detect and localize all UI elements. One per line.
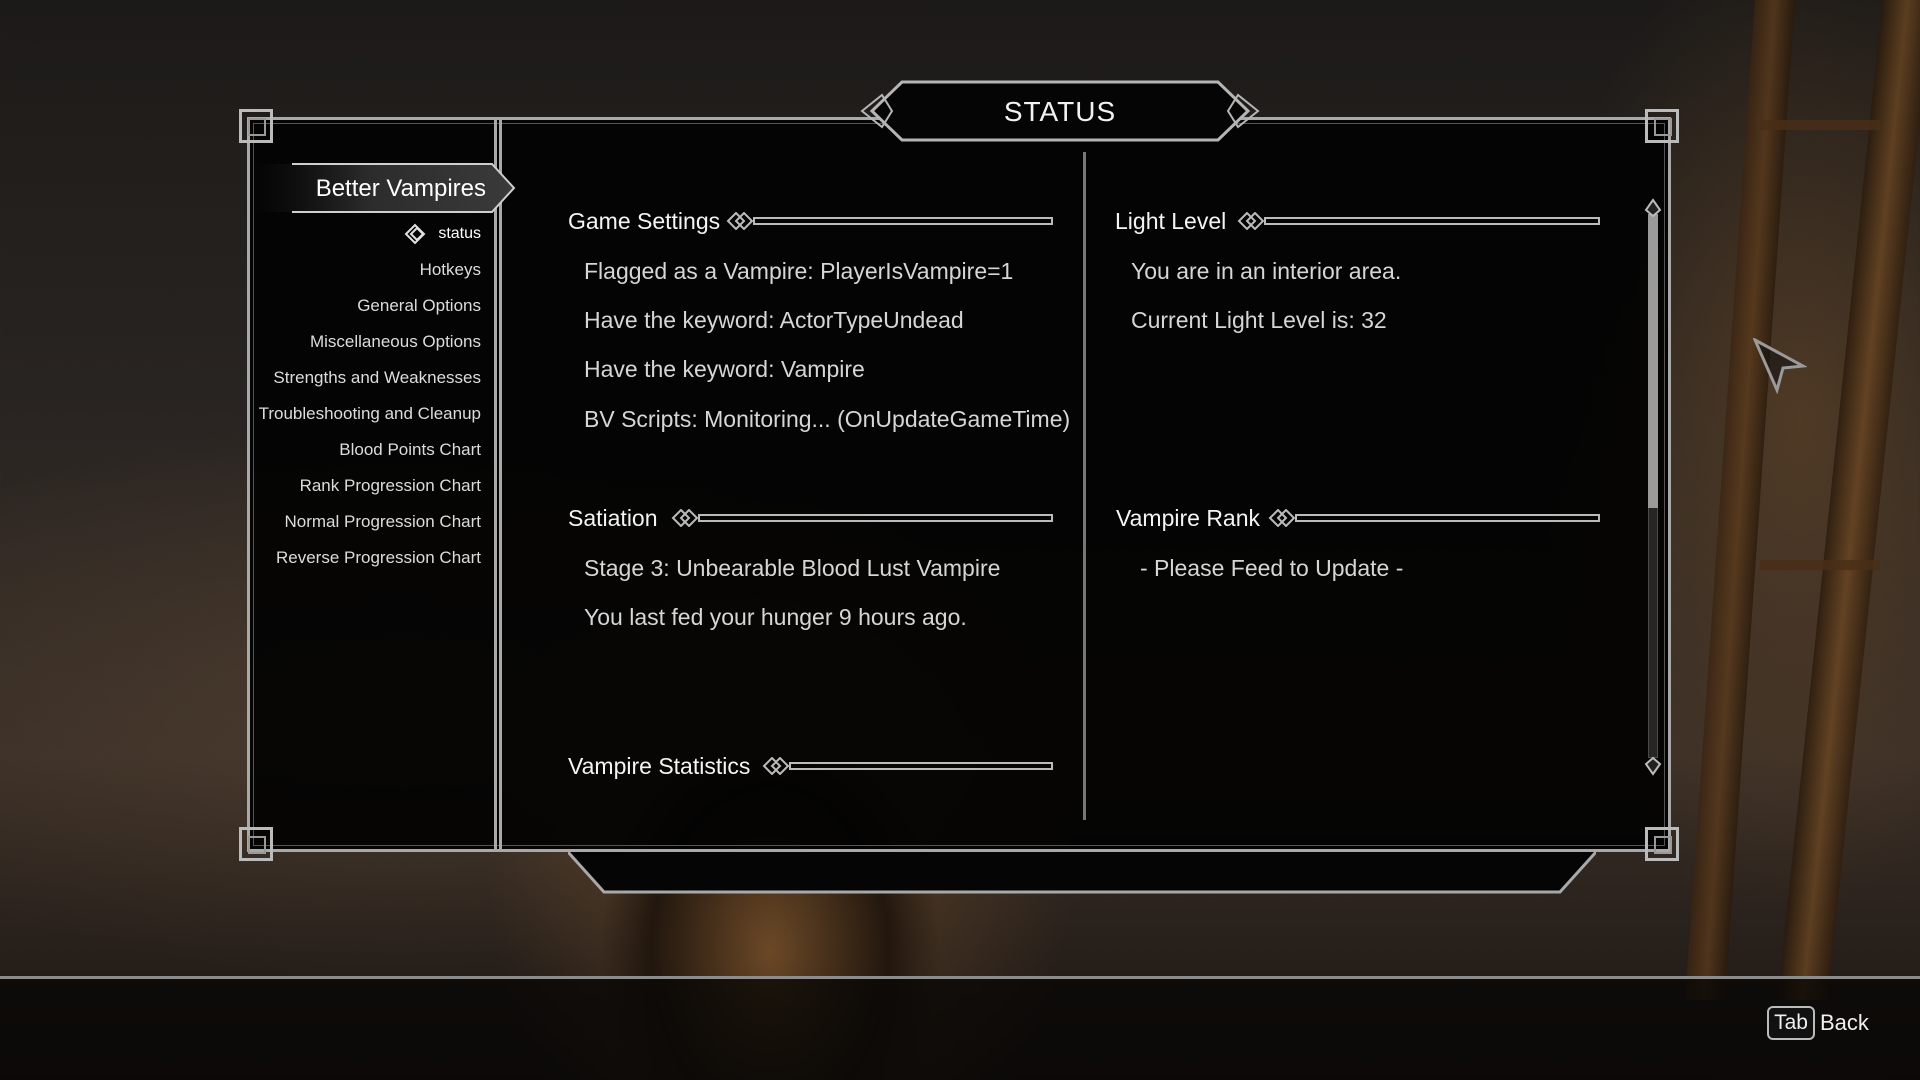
light-level-row: Current Light Level is: 32 xyxy=(1131,307,1387,333)
background-wooden-rung xyxy=(1760,120,1880,130)
section-vampire-statistics: Vampire Statistics xyxy=(568,749,1054,783)
page-item-reverse-progression-chart[interactable]: Reverse Progression Chart xyxy=(255,540,481,576)
sidebar-divider xyxy=(494,117,502,852)
satiation-row: Stage 3: Unbearable Blood Lust Vampire xyxy=(584,555,1001,581)
section-vampire-rank: Vampire Rank xyxy=(1116,501,1601,535)
background-wooden-frame xyxy=(1777,0,1920,1000)
panel-bottom-trim xyxy=(568,852,1596,896)
section-light-level: Light Level xyxy=(1115,204,1601,238)
panel-corner-ornament xyxy=(1645,827,1679,861)
mod-name-label[interactable]: Better Vampires xyxy=(252,162,486,214)
light-level-row: You are in an interior area. xyxy=(1131,258,1402,284)
panel-corner-ornament xyxy=(239,109,273,143)
page-item-hotkeys[interactable]: Hotkeys xyxy=(255,252,481,288)
panel-corner-ornament xyxy=(1645,109,1679,143)
page-item-miscellaneous-options[interactable]: Miscellaneous Options xyxy=(255,324,481,360)
section-satiation: Satiation xyxy=(568,501,1054,535)
game-setting-row: Flagged as a Vampire: PlayerIsVampire=1 xyxy=(584,258,1014,284)
section-title: Light Level xyxy=(1115,208,1227,234)
page-item-strengths-weaknesses[interactable]: Strengths and Weaknesses xyxy=(255,360,481,396)
section-game-settings: Game Settings xyxy=(568,204,1054,238)
section-title: Vampire Rank xyxy=(1116,505,1261,531)
game-setting-row: BV Scripts: Monitoring... (OnUpdateGameT… xyxy=(584,406,1071,432)
section-title: Game Settings xyxy=(568,208,721,234)
knot-ornament-icon xyxy=(403,222,429,246)
header-rule-ornament xyxy=(726,212,1053,230)
scroll-up-icon[interactable] xyxy=(1643,198,1663,218)
section-title: Vampire Statistics xyxy=(568,753,751,779)
header-rule-ornament xyxy=(1268,509,1600,527)
header-rule-ornament xyxy=(762,757,1053,775)
page-item-blood-points-chart[interactable]: Blood Points Chart xyxy=(255,432,481,468)
page-item-troubleshooting[interactable]: Troubleshooting and Cleanup xyxy=(255,396,481,432)
page-item-label: status xyxy=(438,225,481,242)
header-rule-ornament xyxy=(1237,212,1600,230)
footer-bar xyxy=(0,979,1920,1080)
panel-corner-ornament xyxy=(239,827,273,861)
section-title: Satiation xyxy=(568,505,658,531)
page-title: STATUS xyxy=(1003,96,1117,127)
page-item-general-options[interactable]: General Options xyxy=(255,288,481,324)
vampire-rank-row: - Please Feed to Update - xyxy=(1140,555,1404,581)
background-wooden-frame xyxy=(1685,0,1795,1000)
page-item-normal-progression-chart[interactable]: Normal Progression Chart xyxy=(255,504,481,540)
scroll-down-icon[interactable] xyxy=(1643,756,1663,776)
satiation-row: You last fed your hunger 9 hours ago. xyxy=(584,604,967,630)
game-setting-row: Have the keyword: ActorTypeUndead xyxy=(584,307,964,333)
scrollbar-thumb[interactable] xyxy=(1648,214,1658,508)
back-button[interactable]: Back xyxy=(1820,1006,1869,1040)
page-item-status[interactable]: status xyxy=(255,216,481,252)
header-rule-ornament xyxy=(671,509,1053,527)
page-item-rank-progression-chart[interactable]: Rank Progression Chart xyxy=(255,468,481,504)
mouse-cursor-icon xyxy=(1751,336,1809,395)
tab-key-icon[interactable]: Tab xyxy=(1767,1006,1815,1040)
game-setting-row: Have the keyword: Vampire xyxy=(584,356,865,382)
page-list: status Hotkeys General Options Miscellan… xyxy=(255,216,481,576)
background-wooden-rung xyxy=(1760,560,1880,570)
column-divider xyxy=(1083,152,1086,820)
